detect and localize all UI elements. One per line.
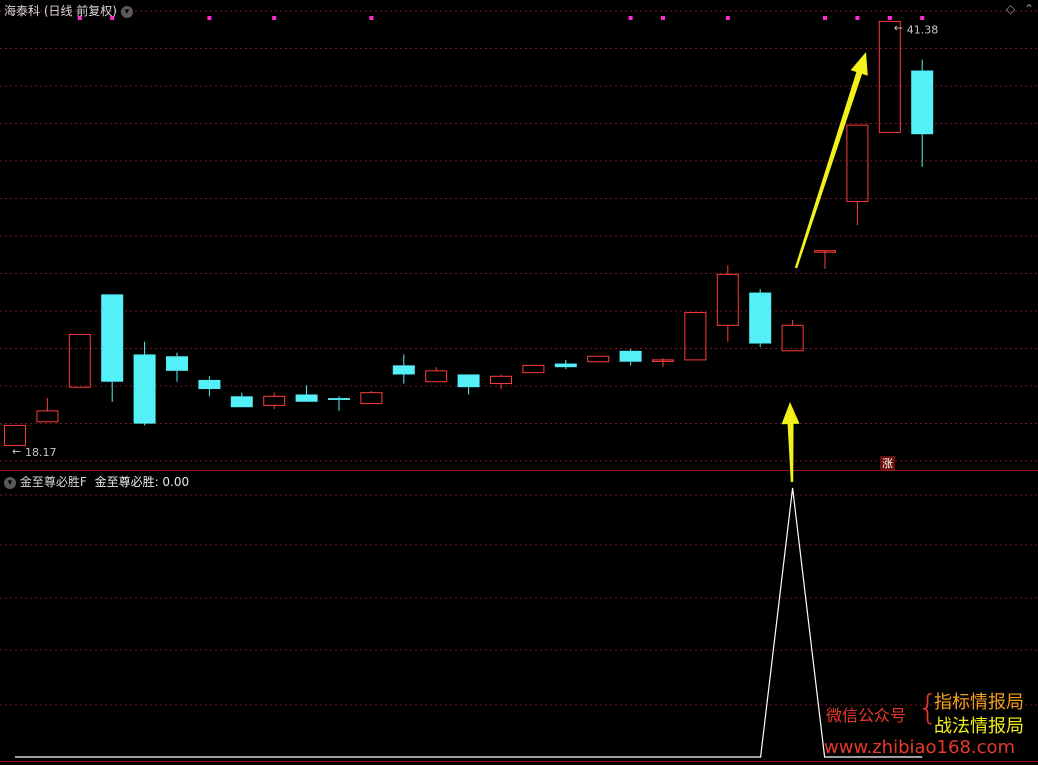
up-badge-label: 涨 [882, 457, 893, 470]
candle [846, 124, 869, 226]
candle-body [716, 273, 739, 326]
diamond-icon[interactable]: ◇ [1006, 2, 1015, 16]
candle-body [68, 333, 91, 388]
candle [749, 288, 772, 348]
chart-header: 海泰科 (日线 前复权) ▾ [4, 2, 133, 19]
candle [101, 294, 124, 402]
signal-mark [855, 16, 860, 20]
candle-body [684, 312, 707, 361]
watermark-line2: 战法情报局 [934, 716, 1024, 737]
main-gridlines [0, 10, 1038, 462]
candle-body [490, 375, 512, 385]
candle [295, 385, 318, 402]
min-pointer-icon: ← [12, 445, 21, 458]
candle [652, 358, 674, 368]
signal-mark [887, 16, 892, 20]
candle [457, 374, 480, 395]
candle-body [328, 398, 350, 400]
candle [360, 390, 383, 405]
candle-body [360, 392, 383, 405]
candle [814, 250, 836, 269]
candle-body [878, 20, 901, 133]
candle [425, 367, 448, 383]
stock-title: 海泰科 (日线 前复权) [4, 4, 117, 18]
candlestick-series [4, 20, 934, 446]
chevron-down-icon[interactable]: ▾ [120, 5, 133, 18]
candle-body [230, 396, 253, 408]
max-pointer-icon: ← [894, 21, 903, 34]
candle [68, 333, 91, 388]
candle-body [554, 363, 577, 368]
indicator-value: 金至尊必胜: 0.00 [94, 475, 190, 489]
candle-body [36, 410, 59, 423]
indicator-header: ▾ 金至尊必胜F 金至尊必胜: 0.00 [4, 473, 189, 490]
candle [263, 392, 286, 410]
signal-mark [920, 16, 925, 20]
watermark-line1: 指标情报局 [934, 692, 1024, 713]
candle [911, 59, 934, 167]
candle-body [587, 355, 610, 363]
candle-body [295, 394, 318, 402]
signal-mark [369, 16, 374, 20]
candle [4, 424, 26, 446]
candle-body [911, 70, 934, 135]
signal-marks [77, 16, 925, 20]
signal-mark [628, 16, 633, 20]
wechat-label: 微信公众号 [826, 706, 907, 725]
candle-body [781, 324, 804, 352]
candle [392, 354, 415, 384]
chevron-down-icon[interactable]: ▾ [4, 476, 16, 489]
candle-body [166, 356, 188, 371]
candle [684, 312, 707, 361]
candle [781, 319, 804, 352]
indicator-name[interactable]: 金至尊必胜F [20, 475, 87, 489]
candle [230, 392, 253, 408]
candle [716, 265, 739, 342]
signal-mark [725, 16, 730, 20]
candle [522, 364, 545, 374]
candle [587, 355, 610, 363]
candle-body [457, 374, 480, 388]
candle-body [846, 124, 869, 203]
candle [878, 20, 901, 133]
candle-body [4, 424, 26, 446]
indicator-gridlines [0, 494, 1038, 706]
candle [166, 352, 188, 382]
indicator-line [15, 487, 923, 758]
candle [198, 376, 221, 397]
stock-chart: 41.38 ← ← 18.17 涨 [0, 10, 1038, 762]
candle [36, 398, 59, 423]
candle [619, 348, 642, 366]
candle [328, 396, 350, 411]
min-price-label: 18.17 [25, 446, 57, 459]
candle-body [133, 354, 156, 424]
candle-body [101, 294, 124, 382]
watermark-url: www.zhibiao168.com [824, 737, 1016, 758]
candle [133, 341, 156, 426]
candle-body [425, 370, 448, 383]
candle-body [522, 364, 545, 374]
candle-body [198, 379, 221, 390]
candle [554, 359, 577, 369]
signal-mark [823, 16, 827, 20]
candle-body [263, 395, 286, 406]
signal-mark [207, 16, 212, 20]
collapse-icon[interactable]: ⌃ [1024, 2, 1034, 16]
candle-body [749, 292, 772, 344]
candle [490, 374, 512, 390]
signal-mark [661, 16, 665, 20]
max-price-label: 41.38 [907, 23, 939, 36]
candle-body [619, 350, 642, 362]
signal-mark [272, 16, 277, 20]
candle-body [392, 365, 415, 375]
